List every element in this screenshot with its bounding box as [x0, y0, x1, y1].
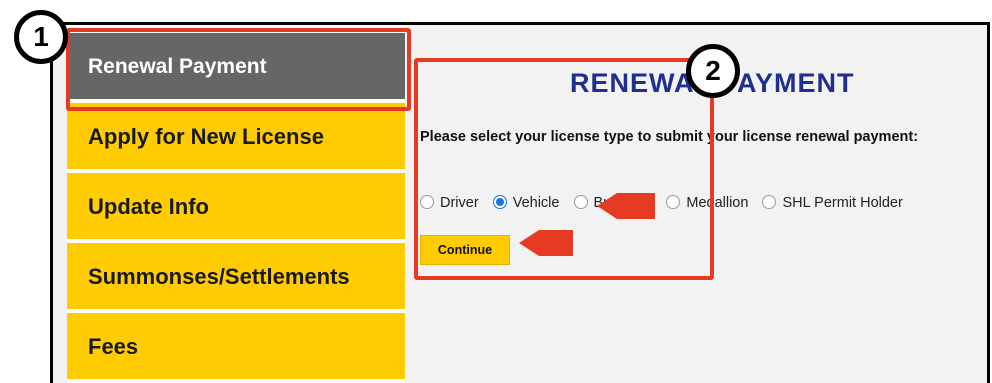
step-badge-2: 2: [686, 44, 740, 98]
highlight-box-renewal-payment: [66, 28, 411, 111]
sidebar-item-label: Apply for New License: [88, 124, 324, 149]
radio-button[interactable]: [762, 195, 777, 209]
sidebar-item-label: Fees: [88, 334, 139, 359]
sidebar-item-apply-new-license[interactable]: Apply for New License: [67, 103, 405, 171]
radio-shl-permit-holder[interactable]: SHL Permit Holder: [762, 195, 903, 211]
sidebar-item-label: Summonses/Settlements: [88, 264, 350, 289]
sidebar-item-label: Update Info: [88, 194, 209, 219]
sidebar-item-fees[interactable]: Fees: [67, 313, 405, 381]
sidebar-item-summonses-settlements[interactable]: Summonses/Settlements: [67, 243, 405, 311]
sidebar-item-update-info[interactable]: Update Info: [67, 173, 405, 241]
radio-label: SHL Permit Holder: [782, 195, 903, 211]
step-badge-1: 1: [14, 10, 68, 64]
